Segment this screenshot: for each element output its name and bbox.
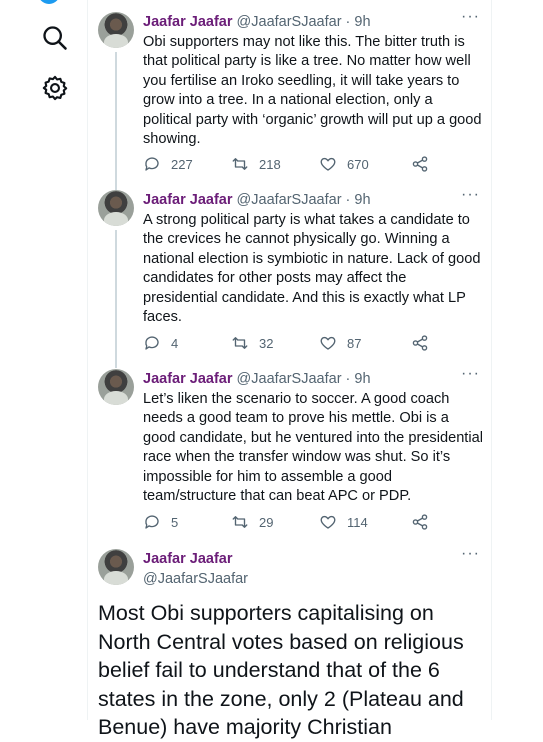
- timestamp[interactable]: 9h: [354, 14, 370, 30]
- avatar[interactable]: [98, 190, 134, 226]
- retweet-count: 218: [259, 156, 281, 172]
- share-button[interactable]: [411, 153, 439, 175]
- share-button[interactable]: [411, 511, 439, 533]
- tweet-text: A strong political party is what takes a…: [143, 212, 481, 326]
- like-count: 114: [347, 514, 368, 530]
- author-handle[interactable]: @JaafarSJaafar: [237, 192, 342, 208]
- retweet-button[interactable]: 32: [231, 332, 273, 354]
- thread-line: [115, 52, 117, 189]
- retweet-button[interactable]: 218: [231, 153, 281, 175]
- search-icon[interactable]: [41, 24, 69, 52]
- retweet-button[interactable]: 29: [231, 511, 273, 533]
- gear-icon[interactable]: [41, 74, 69, 102]
- author-name[interactable]: Jaafar Jaafar: [143, 549, 233, 569]
- author-handle[interactable]: @JaafarSJaafar: [143, 569, 248, 589]
- tweet[interactable]: Jaafar Jaafar @JaafarSJaafar · 9h A stro…: [88, 186, 492, 368]
- tweet[interactable]: Jaafar Jaafar @JaafarSJaafar · 9h Let’s …: [88, 365, 492, 539]
- twitter-logo-icon[interactable]: [38, 0, 60, 4]
- more-options-icon[interactable]: [460, 545, 480, 563]
- share-icon: [412, 514, 428, 530]
- retweet-icon: [232, 158, 248, 170]
- reply-count: 5: [171, 514, 179, 530]
- more-options-icon[interactable]: [460, 186, 480, 204]
- retweet-count: 29: [259, 514, 274, 530]
- avatar[interactable]: [98, 369, 134, 405]
- like-button[interactable]: 670: [319, 153, 369, 175]
- retweet-icon: [232, 337, 248, 349]
- more-options-icon[interactable]: [460, 365, 480, 383]
- author-handle[interactable]: @JaafarSJaafar: [237, 14, 342, 30]
- like-button[interactable]: 87: [319, 332, 361, 354]
- author-name[interactable]: Jaafar Jaafar: [143, 192, 233, 208]
- share-button[interactable]: [411, 332, 439, 354]
- tweet[interactable]: Jaafar Jaafar @JaafarSJaafar · 9h Obi su…: [88, 8, 492, 189]
- like-button[interactable]: 114: [319, 511, 368, 533]
- reply-button[interactable]: 227: [143, 153, 193, 175]
- reply-icon: [145, 157, 159, 171]
- reply-icon: [145, 336, 159, 350]
- timestamp[interactable]: 9h: [354, 192, 370, 208]
- reply-button[interactable]: 4: [143, 332, 178, 354]
- tweet-header: Jaafar Jaafar @JaafarSJaafar · 9h: [143, 192, 371, 208]
- thread-line: [115, 230, 117, 368]
- tweet-header: Jaafar Jaafar @JaafarSJaafar · 9h: [143, 371, 371, 387]
- tweet-actions: 227 218 670: [143, 153, 443, 175]
- timestamp[interactable]: 9h: [354, 371, 370, 387]
- share-icon: [412, 156, 428, 172]
- author-name[interactable]: Jaafar Jaafar: [143, 14, 233, 30]
- more-options-icon[interactable]: [460, 8, 480, 26]
- retweet-count: 32: [259, 335, 274, 351]
- reply-count: 227: [171, 156, 193, 172]
- reply-button[interactable]: 5: [143, 511, 178, 533]
- left-nav: [0, 0, 90, 720]
- like-count: 87: [347, 335, 362, 351]
- heart-icon: [320, 157, 336, 171]
- avatar[interactable]: [98, 549, 134, 585]
- share-icon: [412, 335, 428, 351]
- thread-feed: Jaafar Jaafar @JaafarSJaafar · 9h Obi su…: [88, 0, 492, 739]
- focused-tweet[interactable]: Jaafar Jaafar @JaafarSJaafar Most Obi su…: [88, 545, 492, 739]
- like-count: 670: [347, 156, 369, 172]
- avatar[interactable]: [98, 12, 134, 48]
- tweet-header: Jaafar Jaafar @JaafarSJaafar · 9h: [143, 14, 371, 30]
- tweet-text: Let’s liken the scenario to soccer. A go…: [143, 391, 483, 505]
- reply-icon: [145, 515, 159, 529]
- heart-icon: [320, 336, 336, 350]
- tweet-actions: 5 29 114: [143, 511, 443, 533]
- reply-count: 4: [171, 335, 179, 351]
- retweet-icon: [232, 516, 248, 528]
- tweet-text: Obi supporters may not like this. The bi…: [143, 34, 482, 148]
- tweet-actions: 4 32 87: [143, 332, 443, 354]
- focused-tweet-text: Most Obi supporters capitalising on Nort…: [98, 601, 464, 739]
- heart-icon: [320, 515, 336, 529]
- author-handle[interactable]: @JaafarSJaafar: [237, 371, 342, 387]
- author-name[interactable]: Jaafar Jaafar: [143, 371, 233, 387]
